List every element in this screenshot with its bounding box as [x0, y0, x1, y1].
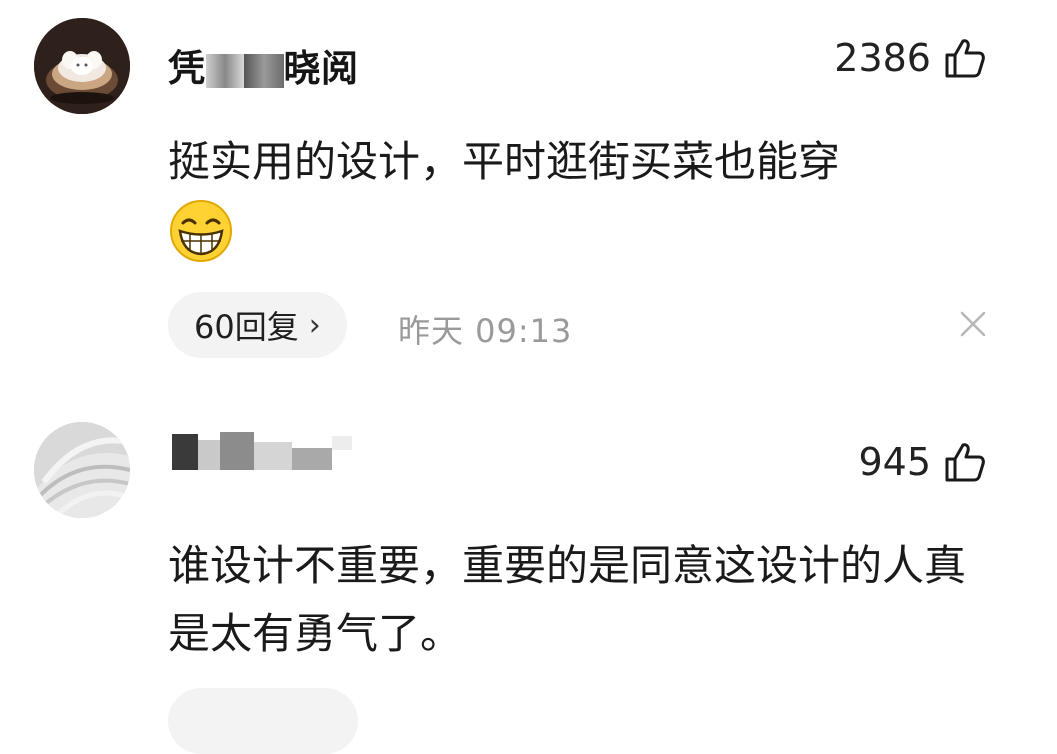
name-blur-mask: [205, 53, 244, 88]
name-blur-mask: [243, 53, 284, 88]
like-button[interactable]: 945: [858, 440, 987, 484]
comment-item: 凭 晓阅 2386 挺实用的设计，平时逛街买菜也能穿 60回复 › 昨天 09:1…: [0, 0, 1057, 390]
thumbs-up-icon: [945, 39, 985, 78]
comment-time: 昨天 09:13: [398, 312, 573, 350]
view-replies-button[interactable]: 60回复 ›: [168, 292, 347, 358]
comment-body: 945 谁设计不重要，重要的是同意这设计的人真是太有勇气了。: [0, 400, 1057, 704]
comment-text: 谁设计不重要，重要的是同意这设计的人真是太有勇气了。: [168, 541, 967, 658]
username-start: 凭: [168, 47, 206, 90]
avatar-image: [34, 18, 130, 114]
user-avatar[interactable]: [34, 18, 130, 114]
grinning-face-icon: [170, 200, 232, 262]
comment-text-content: 挺实用的设计，平时逛街买菜也能穿: [168, 137, 841, 186]
thumbs-up-icon: [945, 443, 985, 482]
replies-label: 60回复: [194, 308, 299, 346]
comment-text: 挺实用的设计，平时逛街买菜也能穿: [168, 128, 998, 264]
username[interactable]: 凭 晓阅: [168, 38, 359, 92]
like-count: 2386: [834, 36, 931, 80]
username-end: 晓阅: [283, 47, 359, 90]
chevron-right-icon: ›: [308, 307, 321, 343]
close-icon[interactable]: [958, 309, 988, 339]
like-button[interactable]: 2386: [834, 36, 987, 80]
like-count: 945: [858, 440, 931, 484]
view-replies-button[interactable]: [168, 688, 358, 754]
